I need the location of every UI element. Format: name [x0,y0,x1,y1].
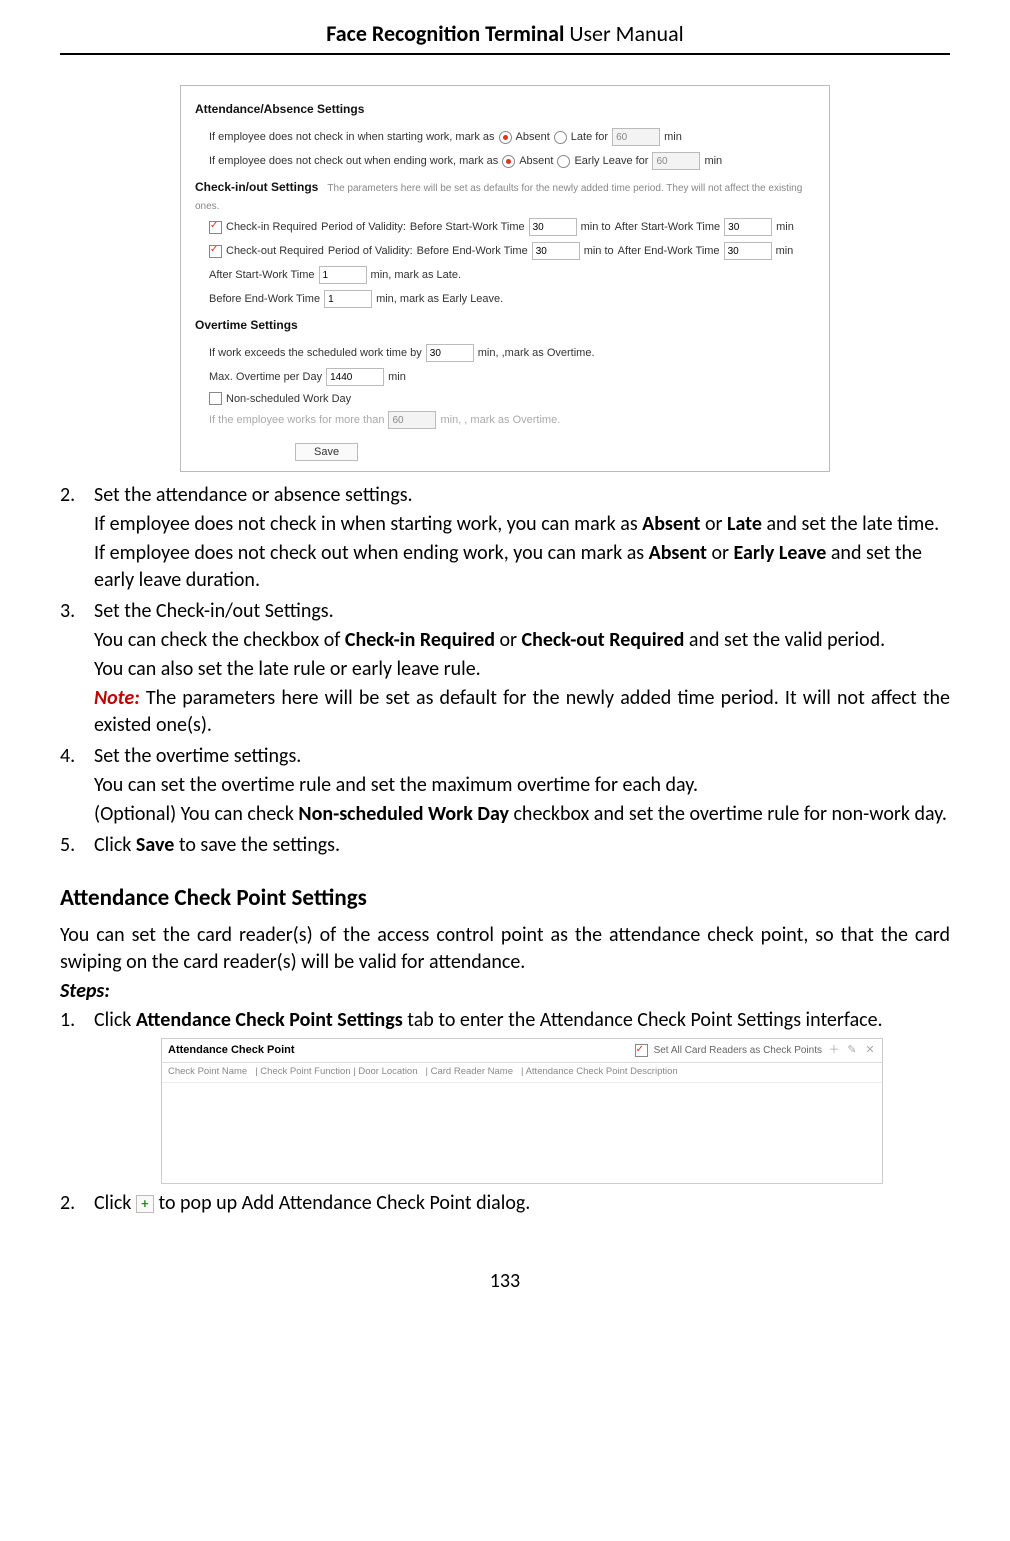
after-start-work-label: After Start-Work Time [209,269,315,281]
col-card-reader: | Card Reader Name [426,1066,513,1079]
min-label-3: min [776,221,794,233]
before-start-label: Before Start-Work Time [410,221,525,233]
period-validity-label-2: Period of Validity: [328,245,413,257]
step2-line2: If employee does not check out when endi… [94,540,950,594]
step-number-4: 4. [60,743,94,830]
checkout-required-label: Check-out Required [226,245,324,257]
before-end-label: Before End-Work Time [417,245,528,257]
before-end-input[interactable] [532,242,580,260]
header-title-rest: User Manual [564,20,683,47]
step-number-2: 2. [60,482,94,596]
late-threshold-input[interactable] [319,266,367,284]
before-start-input[interactable] [529,218,577,236]
before-end-work-label: Before End-Work Time [209,293,320,305]
add-icon[interactable]: ＋ [828,1044,840,1056]
step3-head: Set the Check-in/out Settings. [94,598,950,625]
cp-step1-text: Click Attendance Check Point Settings ta… [94,1007,950,1034]
works-more-input[interactable] [388,411,436,429]
after-start-label: After Start-Work Time [615,221,721,233]
step-number-3: 3. [60,598,94,741]
step5-text: Click Save to save the settings. [94,832,950,859]
min-label: min [664,131,682,143]
attendance-absence-heading: Attendance/Absence Settings [195,102,364,116]
absent-in-label: If employee does not check in when start… [209,131,495,143]
min-to-1: min to [581,221,611,233]
checkpoint-intro: You can set the card reader(s) of the ac… [60,922,950,976]
checkpoint-heading: Attendance Check Point Settings [60,883,950,914]
save-button[interactable]: Save [295,443,358,461]
cp-step-number-1: 1. [60,1007,94,1188]
checkinout-heading: Check-in/out Settings [195,180,318,194]
mark-early-label: min, mark as Early Leave. [376,293,503,305]
late-for-input[interactable] [612,128,660,146]
checkpoint-columns: Check Point Name | Check Point Function … [162,1063,882,1083]
min-label-4: min [776,245,794,257]
nonscheduled-label: Non-scheduled Work Day [226,393,351,405]
overtime-threshold-input[interactable] [426,344,474,362]
absent-label: Absent [516,131,550,143]
checkin-required-label: Check-in Required [226,221,317,233]
steps-label: Steps: [60,978,950,1005]
step-number-5: 5. [60,832,94,861]
min-label-2: min [704,155,722,167]
after-end-label: After End-Work Time [618,245,720,257]
step4-line2: (Optional) You can check Non-scheduled W… [94,801,950,828]
works-more-label: If the employee works for more than [209,414,384,426]
min-label-5: min [388,371,406,383]
edit-icon[interactable]: ✎ [846,1044,858,1056]
step2-line1: If employee does not check in when start… [94,511,950,538]
checkpoint-panel-title: Attendance Check Point [168,1043,295,1058]
checkout-required-checkbox[interactable] [209,245,222,258]
step4-line1: You can set the overtime rule and set th… [94,772,950,799]
late-for-label: Late for [571,131,608,143]
step3-line1: You can check the checkbox of Check-in R… [94,627,950,654]
max-overtime-label: Max. Overtime per Day [209,371,322,383]
page-header: Face Recognition Terminal User Manual [60,20,950,55]
mark-late-label: min, mark as Late. [371,269,461,281]
delete-icon[interactable]: ✕ [864,1044,876,1056]
setall-label: Set All Card Readers as Check Points [654,1044,822,1058]
works-more-suffix: min, , mark as Overtime. [440,414,560,426]
step3-line2: You can also set the late rule or early … [94,656,950,683]
absent-in-radio[interactable] [499,131,512,144]
page-number: 133 [60,1269,950,1293]
exceed-label: If work exceeds the scheduled work time … [209,347,422,359]
setall-checkbox[interactable] [635,1044,648,1057]
col-function-door: | Check Point Function | Door Location [255,1066,417,1079]
early-leave-input[interactable] [652,152,700,170]
checkin-required-checkbox[interactable] [209,221,222,234]
step4-head: Set the overtime settings. [94,743,950,770]
cp-step2-text: Click + to pop up Add Attendance Check P… [94,1190,950,1217]
step3-note: Note: The parameters here will be set as… [94,685,950,739]
absent-out-radio[interactable] [502,155,515,168]
absent-label-2: Absent [519,155,553,167]
min-to-2: min to [584,245,614,257]
overtime-heading: Overtime Settings [195,318,298,332]
checkpoint-empty-area [162,1083,882,1183]
max-overtime-input[interactable] [326,368,384,386]
nonscheduled-checkbox[interactable] [209,392,222,405]
early-leave-for-label: Early Leave for [574,155,648,167]
period-validity-label: Period of Validity: [321,221,406,233]
document-body: 2. Set the attendance or absence setting… [60,482,950,1219]
mark-overtime-label: min, ,mark as Overtime. [478,347,595,359]
cp-step-number-2: 2. [60,1190,94,1219]
after-start-input[interactable] [724,218,772,236]
plus-icon[interactable]: + [136,1195,154,1213]
early-leave-radio[interactable] [557,155,570,168]
attendance-settings-panel: Attendance/Absence Settings If employee … [180,85,830,472]
header-title-bold: Face Recognition Terminal [326,20,564,47]
col-description: | Attendance Check Point Description [521,1066,678,1079]
step2-head: Set the attendance or absence settings. [94,482,950,509]
absent-out-label: If employee does not check out when endi… [209,155,498,167]
after-end-input[interactable] [724,242,772,260]
col-checkpoint-name: Check Point Name [168,1066,247,1079]
late-for-radio[interactable] [554,131,567,144]
checkpoint-panel: Attendance Check Point Set All Card Read… [161,1038,883,1184]
early-threshold-input[interactable] [324,290,372,308]
